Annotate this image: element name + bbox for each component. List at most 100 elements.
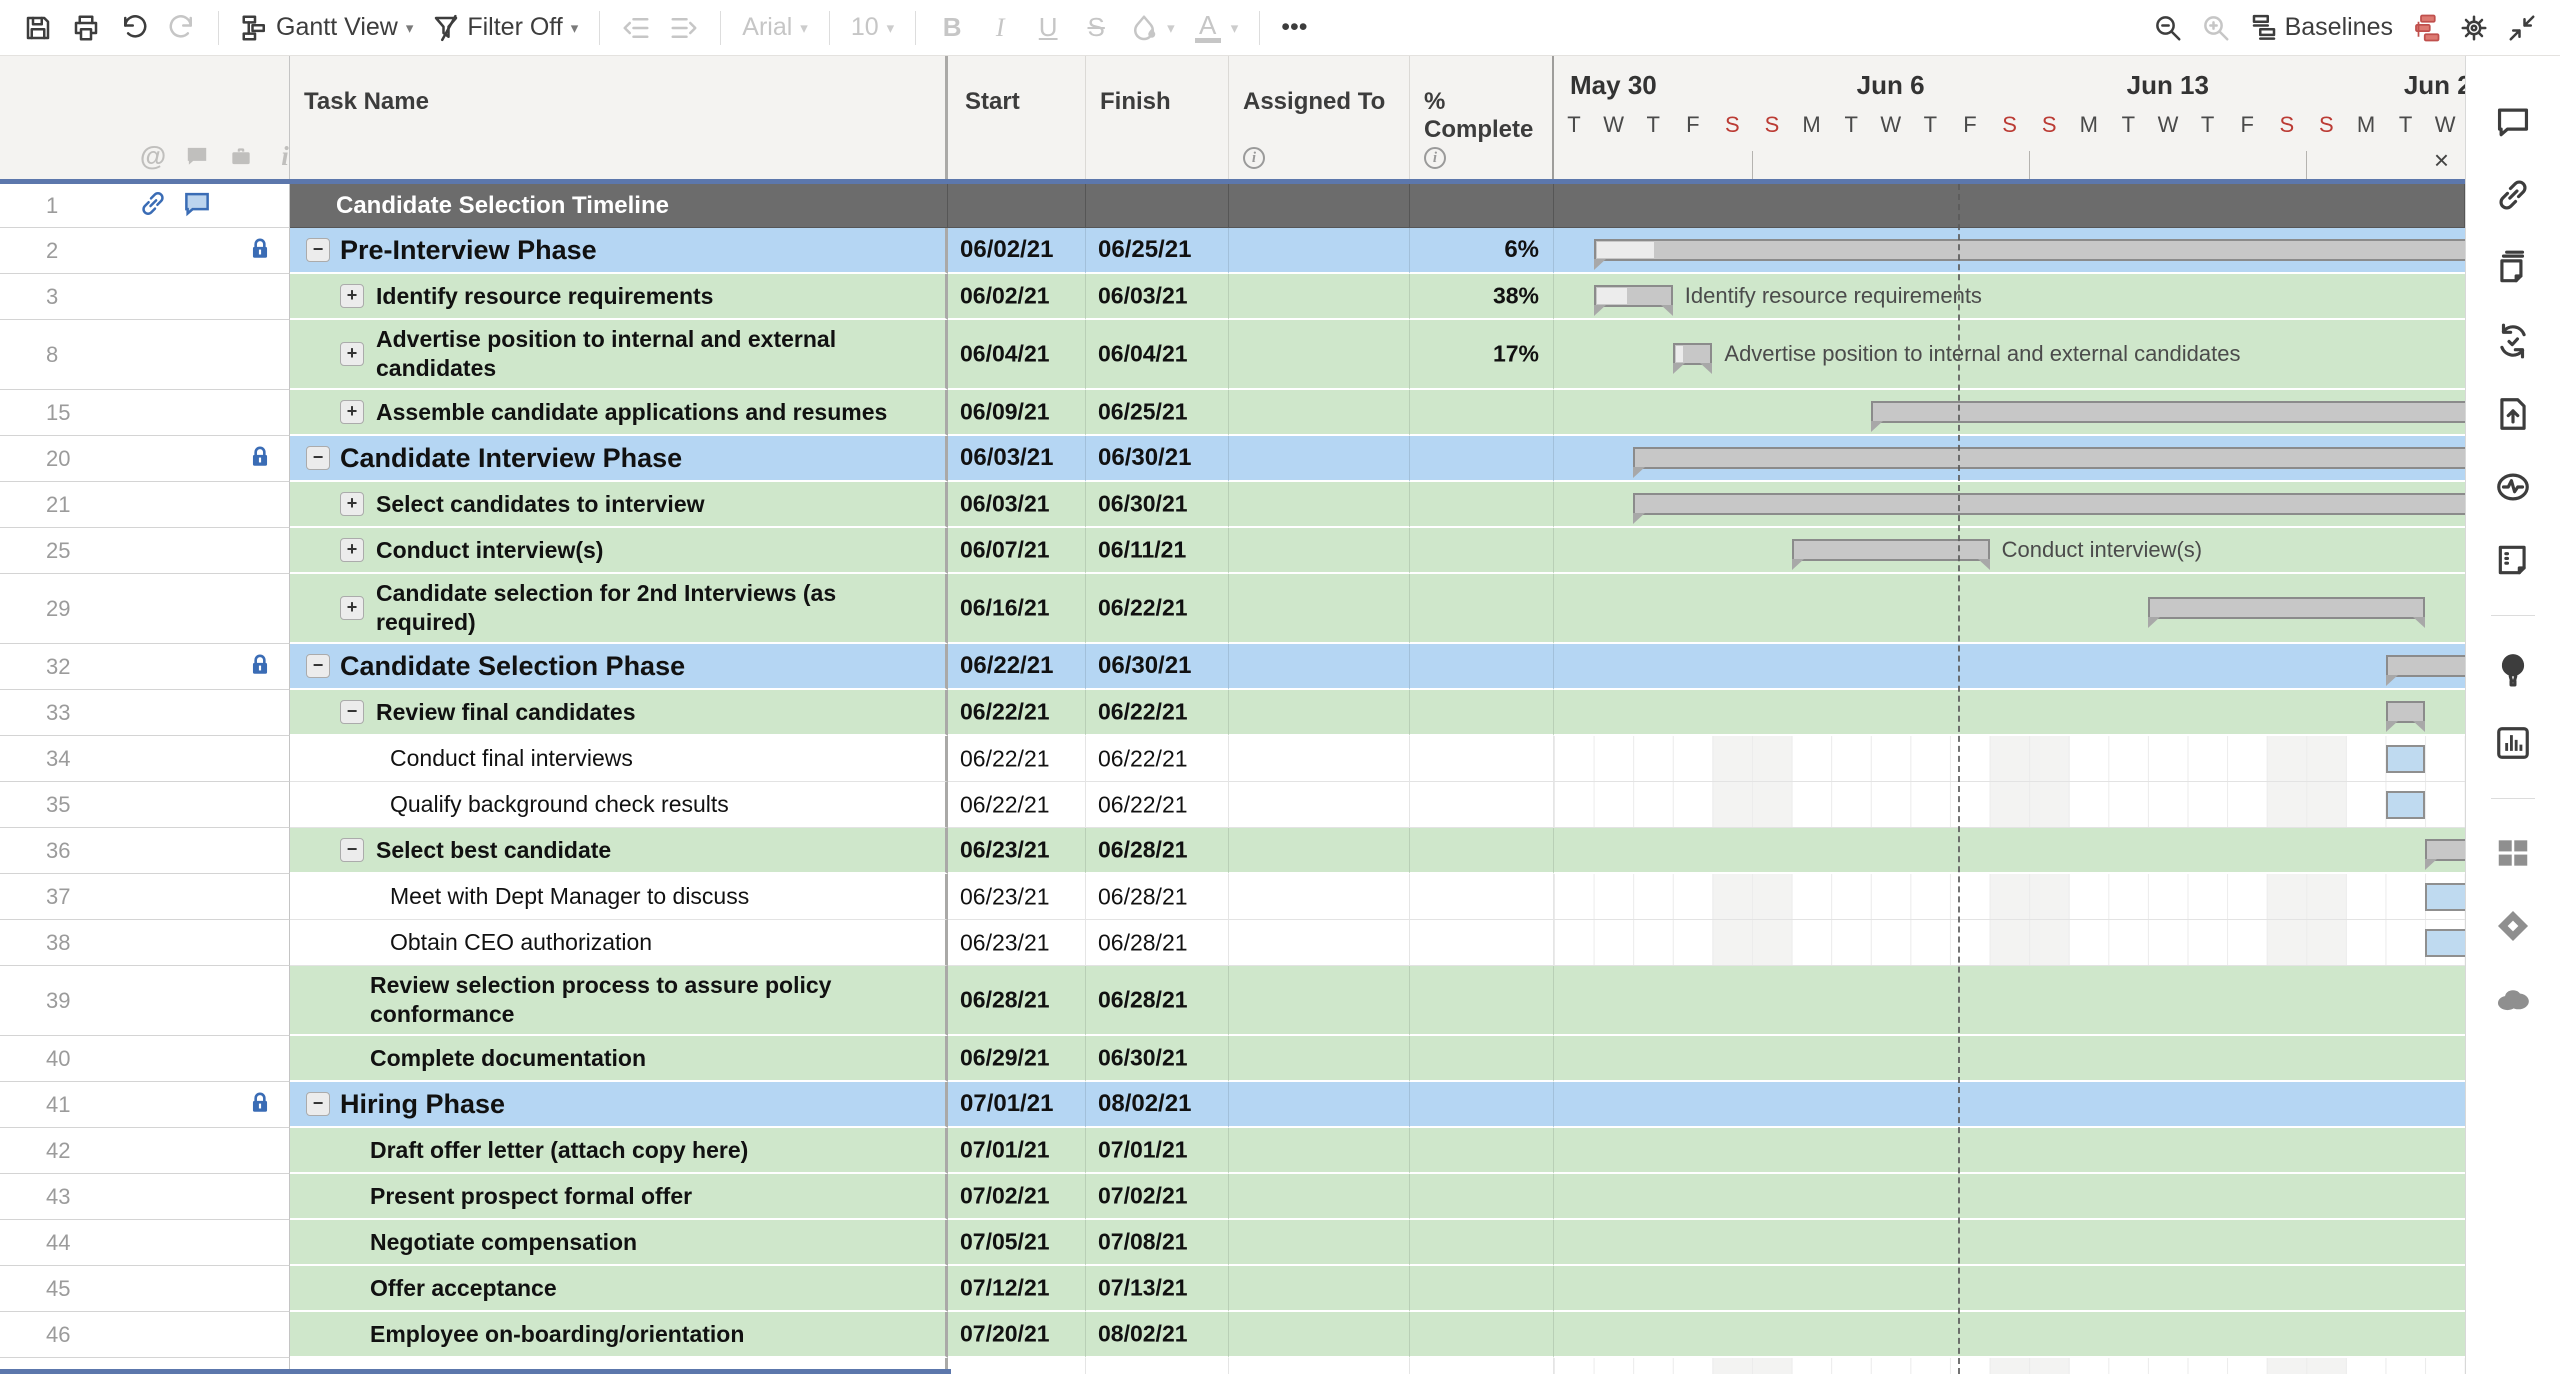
summary-bar[interactable] [2386,701,2426,723]
row-number-cell[interactable]: 39 [0,966,290,1036]
pct-complete-cell[interactable] [1410,828,1554,874]
pct-complete-cell[interactable] [1410,436,1554,482]
start-date-cell[interactable]: 06/03/21 [948,436,1086,482]
start-date-cell[interactable]: 06/03/21 [948,482,1086,528]
row-number-cell[interactable]: 45 [0,1266,290,1312]
start-date-cell[interactable]: 06/23/21 [948,874,1086,920]
task-name-cell[interactable]: Obtain CEO authorization [290,920,948,966]
assigned-to-cell[interactable] [1229,274,1410,320]
sidebar-diamond-icon[interactable] [2491,904,2535,948]
sidebar-cloud-icon[interactable] [2491,977,2535,1021]
finish-date-cell[interactable]: 06/22/21 [1086,782,1229,828]
assigned-to-cell[interactable] [1229,1266,1410,1312]
task-name-cell[interactable]: Qualify background check results [290,782,948,828]
task-name-cell[interactable]: Present prospect formal offer [290,1174,948,1220]
column-header-task-name[interactable]: Task Name [290,56,948,179]
row-number-cell[interactable]: 40 [0,1036,290,1082]
task-name-cell[interactable]: +Candidate selection for 2nd Interviews … [290,574,948,644]
task-name-cell[interactable]: Offer acceptance [290,1266,948,1312]
assigned-to-cell[interactable] [1229,1082,1410,1128]
finish-date-cell[interactable]: 06/28/21 [1086,874,1229,920]
finish-date-cell[interactable]: 06/30/21 [1086,644,1229,690]
pct-complete-cell[interactable] [1410,482,1554,528]
pct-complete-cell[interactable] [1410,690,1554,736]
baselines-button[interactable]: Baselines [2249,13,2393,43]
pct-complete-cell[interactable]: 6% [1410,228,1554,274]
task-name-cell[interactable]: −Candidate Interview Phase [290,436,948,482]
finish-date-cell[interactable]: 07/01/21 [1086,1128,1229,1174]
assigned-to-cell[interactable] [1229,1220,1410,1266]
bold-button[interactable]: B [937,12,967,43]
pct-complete-cell[interactable] [1410,1220,1554,1266]
summary-bar[interactable] [2425,839,2465,861]
pct-complete-cell[interactable] [1410,1128,1554,1174]
row-number-cell[interactable]: 36 [0,828,290,874]
finish-date-cell[interactable]: 08/02/21 [1086,1312,1229,1358]
pct-complete-cell[interactable] [1410,736,1554,782]
column-header-pct-complete[interactable]: % Complete i [1410,56,1554,179]
assigned-to-cell[interactable] [1229,874,1410,920]
pct-complete-cell[interactable] [1410,1266,1554,1312]
finish-date-cell[interactable]: 06/22/21 [1086,574,1229,644]
finish-date-cell[interactable]: 07/02/21 [1086,1174,1229,1220]
task-name-cell[interactable]: +Assemble candidate applications and res… [290,390,948,436]
info-icon[interactable]: i [1424,147,1446,169]
fontcolor-button[interactable]: A▾ [1193,13,1239,43]
start-date-cell[interactable]: 06/23/21 [948,920,1086,966]
finish-date-cell[interactable]: 06/22/21 [1086,690,1229,736]
assigned-to-cell[interactable] [1229,736,1410,782]
summary-bar[interactable] [1594,239,2465,261]
pct-complete-cell[interactable] [1410,966,1554,1036]
task-bar[interactable] [2386,791,2426,819]
sidebar-balloon-icon[interactable] [2491,648,2535,692]
finish-date-cell[interactable]: 06/28/21 [1086,966,1229,1036]
assigned-to-cell[interactable] [1229,482,1410,528]
task-bar[interactable] [2425,883,2465,911]
link-icon[interactable] [138,188,168,223]
pct-complete-cell[interactable] [1410,528,1554,574]
pct-complete-cell[interactable] [1410,1174,1554,1220]
pct-complete-cell[interactable] [1410,874,1554,920]
assigned-to-cell[interactable] [1229,1312,1410,1358]
row-number-cell[interactable]: 46 [0,1312,290,1358]
task-name-cell[interactable]: −Select best candidate [290,828,948,874]
assigned-to-cell[interactable] [1229,228,1410,274]
assigned-to-cell[interactable] [1229,828,1410,874]
row-number-cell[interactable]: 8 [0,320,290,390]
summary-bar[interactable] [1673,343,1713,365]
fill-button[interactable]: ▾ [1129,13,1175,43]
row-number-cell[interactable]: 1 [0,184,290,228]
row-number-cell[interactable]: 32 [0,644,290,690]
start-date-cell[interactable]: 06/04/21 [948,320,1086,390]
zoom-in-button[interactable] [2201,13,2231,43]
finish-date-cell[interactable]: 06/25/21 [1086,390,1229,436]
finish-date-cell[interactable]: 06/03/21 [1086,274,1229,320]
task-bar[interactable] [2425,929,2465,957]
pct-complete-cell[interactable] [1410,390,1554,436]
finish-date-cell[interactable]: 07/08/21 [1086,1220,1229,1266]
pct-complete-cell[interactable] [1410,184,1554,228]
task-name-cell[interactable]: +Select candidates to interview [290,482,948,528]
finish-date-cell[interactable]: 06/28/21 [1086,828,1229,874]
start-date-cell[interactable]: 07/20/21 [948,1312,1086,1358]
finish-date-cell[interactable]: 06/11/21 [1086,528,1229,574]
sidebar-sync-icon[interactable] [2491,319,2535,363]
assigned-to-cell[interactable] [1229,1128,1410,1174]
pct-complete-cell[interactable] [1410,574,1554,644]
summary-bar[interactable] [1633,493,2465,515]
task-name-cell[interactable]: −Candidate Selection Phase [290,644,948,690]
indent-button[interactable] [669,13,699,43]
pct-complete-cell[interactable] [1410,920,1554,966]
sidebar-form-icon[interactable] [2491,538,2535,582]
task-name-cell[interactable]: +Identify resource requirements [290,274,948,320]
start-date-cell[interactable]: 07/01/21 [948,1082,1086,1128]
finish-date-cell[interactable]: 06/04/21 [1086,320,1229,390]
finish-date-cell[interactable]: 06/30/21 [1086,482,1229,528]
task-name-cell[interactable]: −Hiring Phase [290,1082,948,1128]
start-date-cell[interactable]: 07/05/21 [948,1220,1086,1266]
assigned-to-cell[interactable] [1229,574,1410,644]
summary-bar[interactable] [1633,447,2465,469]
finish-date-cell[interactable]: 06/30/21 [1086,1036,1229,1082]
pct-complete-cell[interactable] [1410,1036,1554,1082]
assigned-to-cell[interactable] [1229,184,1410,228]
